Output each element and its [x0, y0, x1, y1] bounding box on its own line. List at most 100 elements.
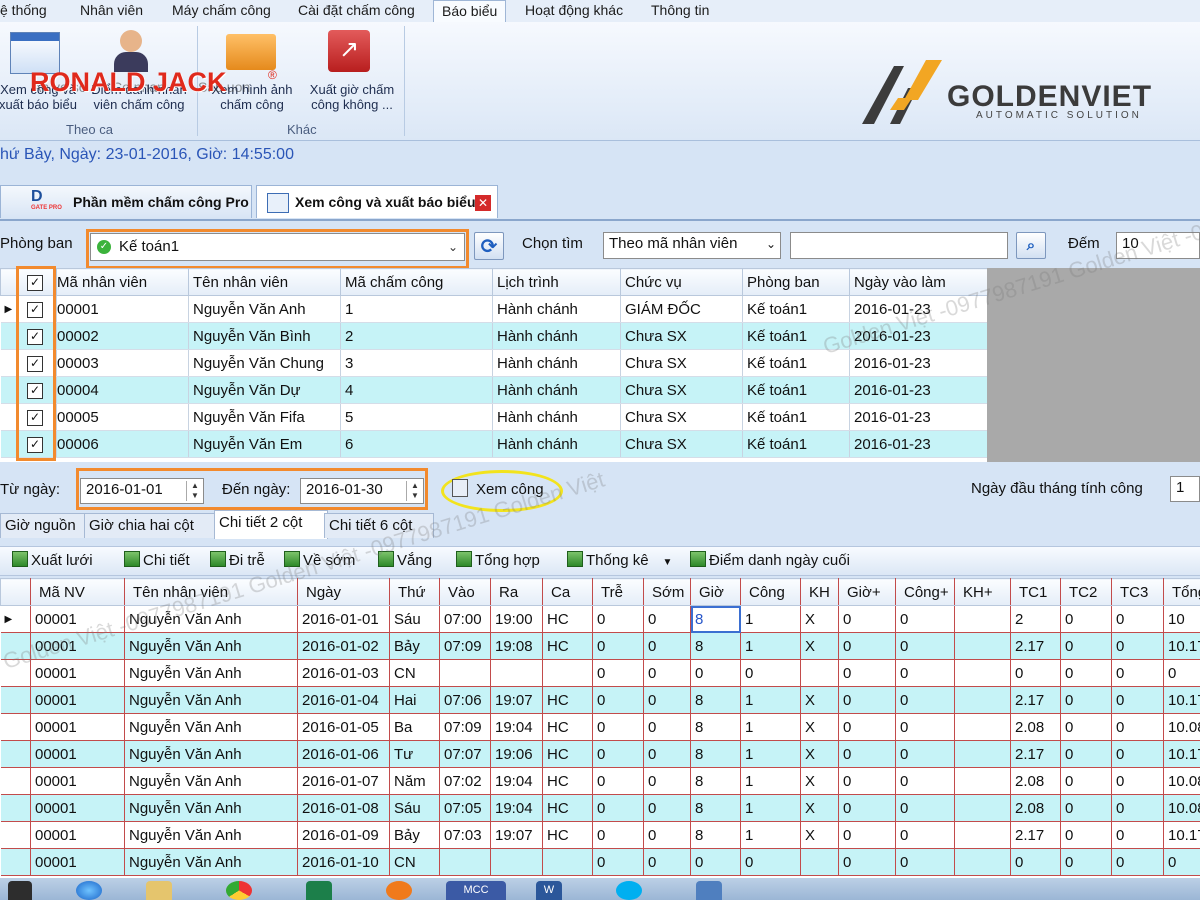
attendance-cell[interactable]: 00001 — [30, 821, 125, 849]
employee-cell[interactable]: Kế toán1 — [742, 376, 850, 404]
employee-cell[interactable]: 00003 — [56, 349, 189, 377]
employee-cell[interactable]: 2016-01-23 — [849, 376, 987, 404]
att-column-header[interactable]: Ca — [542, 578, 593, 606]
attendance-cell[interactable]: 0 — [592, 794, 644, 822]
employee-cell[interactable]: Hành chánh — [492, 322, 621, 350]
attendance-cell[interactable]: 0 — [1060, 767, 1112, 795]
attendance-cell[interactable]: 1 — [740, 686, 801, 714]
attendance-cell[interactable]: 19:00 — [490, 605, 543, 633]
attendance-cell[interactable]: 1 — [740, 767, 801, 795]
employee-cell[interactable]: 2016-01-23 — [849, 403, 987, 431]
attendance-cell[interactable]: 0 — [838, 659, 896, 687]
attendance-cell[interactable]: 00001 — [30, 713, 125, 741]
attendance-cell[interactable] — [542, 659, 593, 687]
checkbox-checked-icon[interactable]: ✓ — [27, 436, 43, 453]
col-phong-ban[interactable]: Phòng ban — [742, 268, 850, 296]
employee-cell[interactable]: Nguyễn Văn Fifa — [188, 403, 341, 431]
employee-cell[interactable]: 00005 — [56, 403, 189, 431]
attendance-cell[interactable]: 0 — [690, 848, 741, 876]
employee-cell[interactable]: 00002 — [56, 322, 189, 350]
absent-button[interactable]: Vắng — [378, 551, 432, 569]
roll-call-last-day-button[interactable]: Điểm danh ngày cuối — [690, 551, 850, 569]
employee-cell[interactable]: Hành chánh — [492, 295, 621, 323]
attendance-cell[interactable]: 0 — [643, 821, 691, 849]
attendance-cell[interactable]: X — [800, 686, 839, 714]
attendance-cell[interactable]: 0 — [1060, 605, 1112, 633]
employee-row[interactable]: ▶ ✓ 00001 Nguyễn Văn Anh 1 Hành chánh GIÁM ĐỐC… — [0, 295, 987, 323]
att-column-header[interactable]: Công — [740, 578, 801, 606]
employee-cell[interactable]: Nguyễn Văn Bình — [188, 322, 341, 350]
att-column-header[interactable]: TC2 — [1060, 578, 1112, 606]
attendance-cell[interactable] — [490, 659, 543, 687]
attendance-row[interactable]: 00001 Nguyễn Văn Anh 2016-01-07 Năm 07:02 19:… — [0, 767, 1200, 795]
row-checkbox[interactable]: ✓ — [16, 349, 57, 377]
attendance-cell[interactable]: X — [800, 821, 839, 849]
attendance-cell[interactable]: 0 — [643, 686, 691, 714]
attendance-cell[interactable]: 2.08 — [1010, 794, 1061, 822]
attendance-cell[interactable]: Sáu — [389, 794, 440, 822]
attendance-cell[interactable]: 0 — [1163, 848, 1200, 876]
close-icon[interactable]: ✕ — [475, 195, 491, 211]
attendance-cell[interactable]: 0 — [690, 659, 741, 687]
attendance-cell[interactable]: 0 — [895, 794, 955, 822]
attendance-cell[interactable]: X — [800, 713, 839, 741]
employee-cell[interactable]: Kế toán1 — [742, 349, 850, 377]
attendance-cell[interactable]: 0 — [895, 767, 955, 795]
checkbox-checked-icon[interactable]: ✓ — [27, 409, 43, 426]
attendance-cell[interactable]: 00001 — [30, 740, 125, 768]
employee-row[interactable]: ✓ 00003 Nguyễn Văn Chung 3 Hành chánh Chưa SX… — [0, 349, 987, 377]
attendance-cell[interactable]: 2016-01-09 — [297, 821, 390, 849]
summary-button[interactable]: Tổng hợp — [456, 551, 540, 569]
attendance-cell[interactable]: 07:00 — [439, 605, 491, 633]
att-column-header[interactable]: Giờ+ — [838, 578, 896, 606]
attendance-cell[interactable]: 00001 — [30, 767, 125, 795]
start-icon[interactable] — [8, 881, 32, 900]
attendance-cell[interactable]: 07:09 — [439, 632, 491, 660]
attendance-cell[interactable]: 0 — [643, 713, 691, 741]
attendance-cell[interactable]: 0 — [643, 740, 691, 768]
attendance-cell[interactable] — [954, 794, 1011, 822]
employee-cell[interactable]: Nguyễn Văn Dự — [188, 376, 341, 404]
attendance-cell[interactable]: 0 — [592, 740, 644, 768]
attendance-cell[interactable]: 8 — [690, 767, 741, 795]
attendance-cell[interactable]: 1 — [740, 713, 801, 741]
search-input[interactable] — [790, 232, 1008, 259]
attendance-cell[interactable]: 0 — [740, 659, 801, 687]
col-chuc-vu[interactable]: Chức vụ — [620, 268, 743, 296]
employee-cell[interactable]: Chưa SX — [620, 430, 743, 458]
attendance-cell[interactable]: 0 — [838, 848, 896, 876]
mcc-icon[interactable]: MCC — [446, 881, 506, 900]
attendance-cell[interactable]: 0 — [1060, 713, 1112, 741]
attendance-cell[interactable]: 19:04 — [490, 794, 543, 822]
att-column-header[interactable]: Tên nhân viên — [124, 578, 298, 606]
attendance-cell[interactable]: 2.08 — [1010, 767, 1061, 795]
attendance-cell[interactable]: 19:08 — [490, 632, 543, 660]
col-lich-trinh[interactable]: Lịch trình — [492, 268, 621, 296]
select-all-checkbox[interactable]: ✓ — [16, 268, 57, 296]
attendance-cell[interactable] — [954, 848, 1011, 876]
employee-row[interactable]: ✓ 00004 Nguyễn Văn Dự 4 Hành chánh Chưa SX Kế … — [0, 376, 987, 404]
attendance-cell[interactable] — [490, 848, 543, 876]
menu-nhan-vien[interactable]: Nhân viên — [80, 2, 143, 18]
attendance-cell[interactable]: 0 — [1111, 740, 1164, 768]
menu-he-thong[interactable]: ệ thống — [0, 2, 47, 18]
attendance-cell[interactable]: 2.17 — [1010, 821, 1061, 849]
attendance-cell[interactable]: Bảy — [389, 632, 440, 660]
attendance-cell[interactable]: 0 — [1060, 686, 1112, 714]
attendance-cell[interactable]: 2016-01-01 — [297, 605, 390, 633]
attendance-cell[interactable]: X — [800, 740, 839, 768]
tab-gio-nguon[interactable]: Giờ nguồn — [0, 513, 85, 538]
attendance-row[interactable]: 00001 Nguyễn Văn Anh 2016-01-09 Bảy 07:03 19:… — [0, 821, 1200, 849]
view-attendance-action[interactable]: Xem công — [452, 478, 544, 502]
employee-cell[interactable]: Hành chánh — [492, 349, 621, 377]
attendance-cell[interactable]: 8 — [690, 713, 741, 741]
menu-bao-bieu[interactable]: Báo biểu — [433, 0, 507, 23]
attendance-cell[interactable]: 19:07 — [490, 686, 543, 714]
attendance-cell[interactable]: 2016-01-05 — [297, 713, 390, 741]
attendance-cell[interactable]: 0 — [1111, 686, 1164, 714]
attendance-cell[interactable]: 0 — [838, 632, 896, 660]
employee-cell[interactable]: 6 — [340, 430, 493, 458]
col-ma-nhan-vien[interactable]: Mã nhân viên — [56, 268, 189, 296]
employee-cell[interactable]: Chưa SX — [620, 403, 743, 431]
attendance-cell[interactable]: 0 — [895, 632, 955, 660]
